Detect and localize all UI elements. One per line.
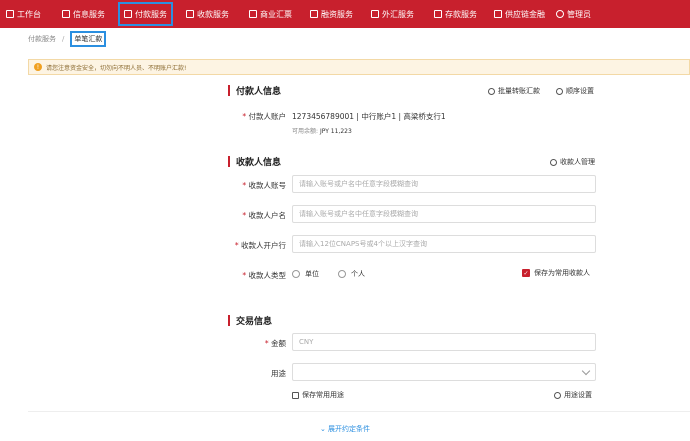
nav-item-deposit[interactable]: 存款服务 [434,0,477,28]
payee-account-label: * 收款人账号 [242,181,286,190]
purpose-settings-link[interactable]: 用途设置 [554,390,592,400]
receipt-icon [186,10,194,18]
settings-icon [554,391,561,399]
financing-icon [310,10,318,18]
order-settings-link[interactable]: 顺序设置 [556,86,594,96]
warning-icon: ! [34,63,42,71]
payer-section-title: 付款人信息 [228,84,281,97]
notice-text: 请您注意资金安全，切勿向不明人员、不明账户汇款! [46,64,187,72]
nav-item-workbench[interactable]: 工作台 [6,0,41,28]
expand-conditions-link[interactable]: ⌄ 展开约定条件 [0,424,690,434]
forex-icon [371,10,379,18]
checkmark-icon: ✓ [522,269,530,277]
nav-item-payment[interactable]: 付款服务 [118,2,173,26]
user-icon [550,158,557,166]
nav-item-admin[interactable]: 管理员 [556,0,591,28]
payee-type-label: * 收款人类型 [242,271,286,280]
nav-item-info[interactable]: 信息服务 [62,0,105,28]
radio-circle [338,270,346,278]
radio-circle [292,270,300,278]
breadcrumb: 付款服务 / 单笔汇款 [28,31,107,47]
batch-icon [488,87,495,95]
section-marker [228,156,230,167]
nav-item-financing[interactable]: 融资服务 [310,0,353,28]
supply-chain-icon [494,10,502,18]
security-notice: ! 请您注意资金安全，切勿向不明人员、不明账户汇款! [28,59,690,75]
nav-item-receipt[interactable]: 收款服务 [186,0,229,28]
breadcrumb-separator: / [62,35,65,43]
payee-bank-label: * 收款人开户行 [234,241,286,250]
breadcrumb-current: 单笔汇款 [70,31,107,47]
save-common-payee-checkbox[interactable]: ✓ 保存为常用收款人 [522,268,590,278]
bill-icon [249,10,257,18]
breadcrumb-parent[interactable]: 付款服务 [28,34,56,44]
payee-name-input[interactable]: 请输入账号或户名中任意字段模糊查询 [292,205,596,223]
divider [28,411,690,412]
save-common-purpose-link[interactable]: 保存常用用途 [292,390,344,400]
amount-input[interactable]: CNY [292,333,596,351]
top-navigation: 工作台 信息服务 付款服务 收款服务 商业汇票 融资服务 外汇服务 存款服务 供… [0,0,690,28]
nav-item-forex[interactable]: 外汇服务 [371,0,414,28]
nav-item-bills[interactable]: 商业汇票 [249,0,292,28]
payee-type-company-radio[interactable]: 单位 [292,269,319,279]
trade-section-title: 交易信息 [228,314,272,327]
section-marker [228,315,230,326]
payee-management-link[interactable]: 收款人管理 [550,157,595,167]
payer-account-label: * 付款人账户 [242,112,286,121]
payment-icon [124,10,132,18]
purpose-select[interactable] [292,363,596,381]
home-icon [6,10,14,18]
amount-label: * 金额 [264,339,286,348]
info-icon [62,10,70,18]
gear-icon [556,10,564,18]
deposit-icon [434,10,442,18]
payee-bank-input[interactable]: 请输入12位CNAPS号或4个以上汉字查询 [292,235,596,253]
payee-section-title: 收款人信息 [228,155,281,168]
save-icon [292,391,299,399]
settings-icon [556,87,563,95]
chevron-down-icon: ⌄ [319,425,329,433]
nav-item-supply-chain[interactable]: 供应链金融 [494,0,545,28]
available-balance: 可用余额: JPY 11,223 [292,128,352,135]
batch-transfer-link[interactable]: 批量转账汇款 [488,86,540,96]
chevron-down-icon [581,366,591,376]
purpose-label: 用途 [271,369,286,378]
section-marker [228,85,230,96]
payee-type-person-radio[interactable]: 个人 [338,269,365,279]
payee-name-label: * 收款人户名 [242,211,286,220]
payee-account-input[interactable]: 请输入账号或户名中任意字段模糊查询 [292,175,596,193]
payer-account-value[interactable]: 1273456789001 | 中行账户1 | 高梁桥支行1 [292,111,446,122]
